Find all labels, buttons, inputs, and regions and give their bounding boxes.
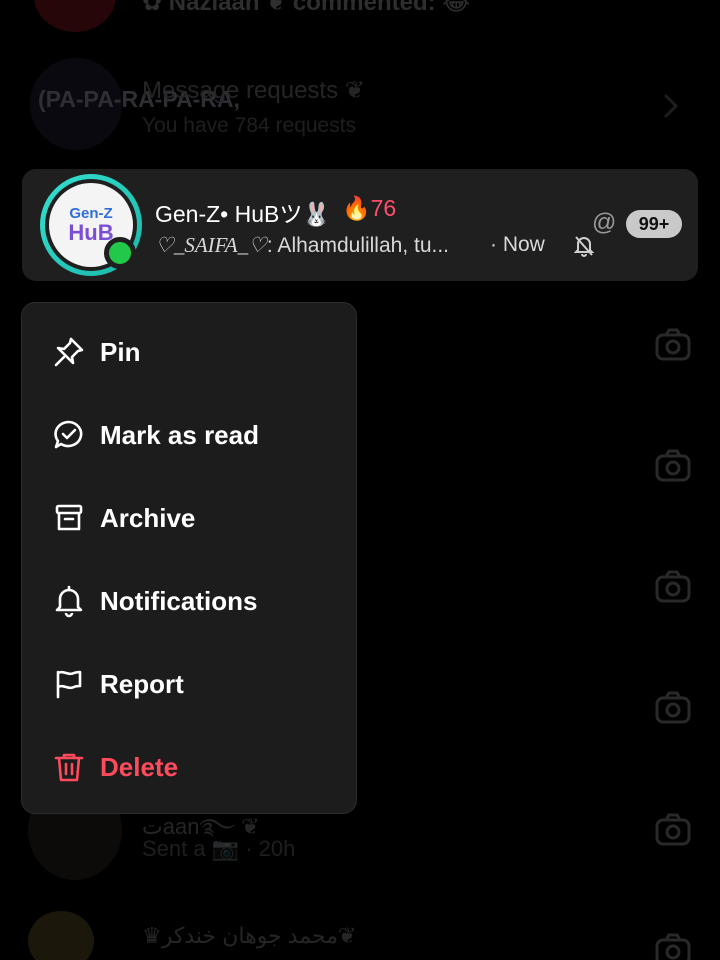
message-time: · Now (490, 233, 545, 256)
menu-item-label: Delete (100, 752, 179, 782)
camera-icon[interactable] (653, 567, 693, 607)
menu-item-archive[interactable]: Archive (22, 487, 358, 547)
trash-icon (52, 750, 86, 784)
avatar (28, 911, 94, 960)
avatar-text-line1: Gen-Z (69, 204, 113, 222)
message-requests-row[interactable]: (PA-PA-RA-PA-RA, Message requests ❦ You … (0, 52, 720, 156)
activity-text: ✿ Nazlaan ❦ commented: 😂 (142, 0, 471, 16)
mention-indicator: @ (592, 209, 617, 236)
menu-item-notifications[interactable]: Notifications (22, 570, 358, 630)
menu-item-label: Notifications (100, 586, 258, 616)
menu-item-label: Mark as read (100, 420, 259, 450)
menu-item-report[interactable]: Report (22, 653, 358, 713)
list-item-subtitle: Sent a 📷 · 20h (142, 836, 296, 861)
unread-count-badge: 99+ (626, 210, 682, 238)
chevron-right-icon (662, 92, 680, 120)
muted-bell-icon (574, 235, 594, 257)
archive-icon (52, 501, 86, 535)
conversation-context-menu: Pin Mark as read Archive Notifications R… (21, 302, 357, 814)
avatar-text-line2: HuB (68, 220, 114, 246)
list-item[interactable]: ♛محمد جوهان خندكر❦ (0, 905, 720, 960)
online-status-dot (104, 237, 136, 269)
menu-item-mark-as-read[interactable]: Mark as read (22, 404, 358, 464)
mark-read-icon (52, 418, 86, 452)
activity-row[interactable]: ✿ Nazlaan ❦ commented: 😂 (0, 0, 720, 40)
menu-item-label: Archive (100, 503, 196, 533)
bell-icon (52, 584, 86, 618)
menu-item-label: Pin (100, 337, 141, 367)
menu-item-pin[interactable]: Pin (22, 321, 358, 381)
activity-avatar (34, 0, 116, 32)
message-requests-subtitle: You have 784 requests (142, 114, 357, 137)
camera-icon[interactable] (653, 688, 693, 728)
conversation-title: Gen-Z• HuBツ🐰 (155, 201, 332, 227)
message-requests-title: Message requests ❦ (142, 77, 365, 104)
list-item-name: ♛محمد جوهان خندكر❦ (142, 923, 357, 948)
preview-sender: ♡_SAIFA_♡ (155, 233, 267, 257)
camera-icon[interactable] (653, 325, 693, 365)
pin-icon (52, 335, 86, 369)
selected-conversation[interactable]: Gen-Z HuB Gen-Z• HuBツ🐰 🔥76 ♡_SAIFA_♡: Al… (22, 169, 698, 281)
menu-item-label: Report (100, 669, 184, 699)
preview-text: : Alhamdulillah, tu... (266, 234, 450, 257)
streak-count: 🔥76 (342, 195, 397, 221)
camera-icon[interactable] (653, 446, 693, 486)
message-preview: ♡_SAIFA_♡: Alhamdulillah, tu... (155, 233, 449, 258)
flag-icon (52, 667, 86, 701)
menu-item-delete[interactable]: Delete (22, 736, 358, 796)
